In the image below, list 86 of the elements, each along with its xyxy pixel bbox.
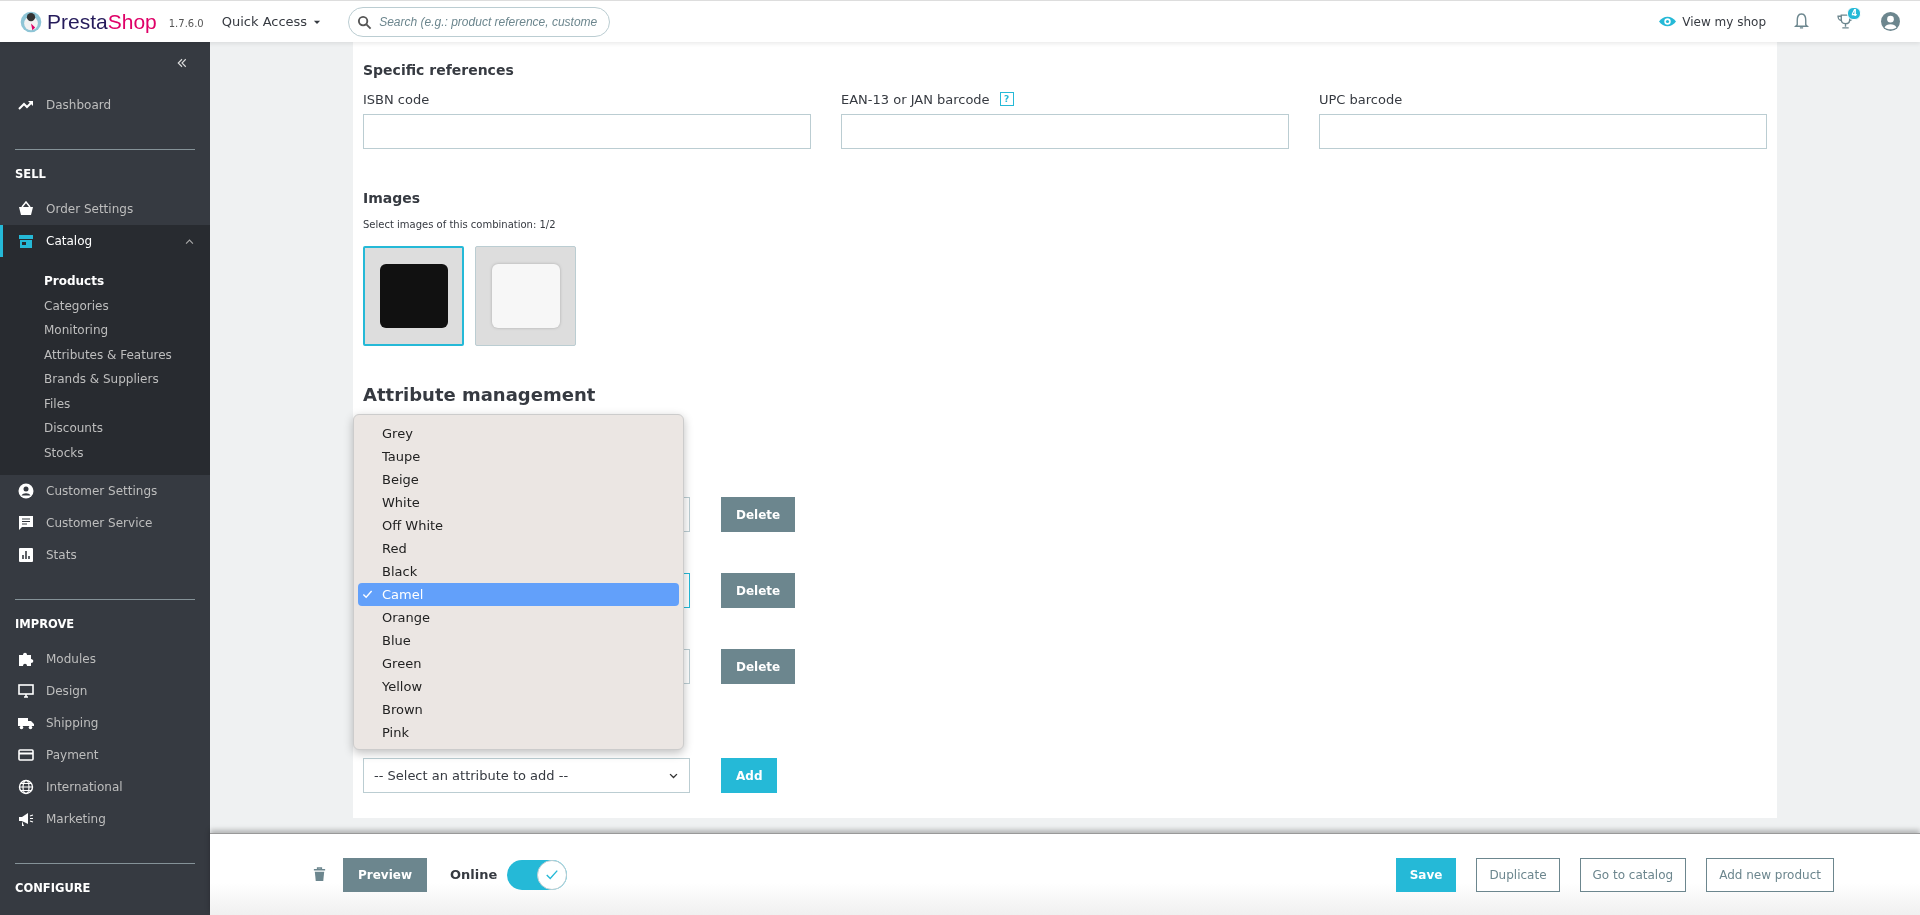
view-shop-link[interactable]: View my shop <box>1659 13 1766 30</box>
megaphone-icon <box>18 811 34 827</box>
sidebar-item[interactable]: Dashboard <box>0 89 210 121</box>
check-icon <box>362 589 373 600</box>
submenu-item[interactable]: Products <box>0 269 210 294</box>
cushion-photo <box>379 264 448 328</box>
dropdown-option[interactable]: Taupe <box>358 445 679 468</box>
action-button[interactable]: Add new product <box>1706 857 1834 892</box>
text-field[interactable] <box>1319 114 1767 149</box>
section-heading: Attribute management <box>363 384 597 405</box>
sidebar-item[interactable]: Design <box>0 675 210 707</box>
monitor-icon <box>18 683 34 699</box>
dropdown-option[interactable]: Pink <box>358 721 679 744</box>
text-field[interactable] <box>363 114 811 149</box>
field-label: ISBN code <box>363 91 430 107</box>
dropdown-option[interactable]: Blue <box>358 629 679 652</box>
trash-icon <box>312 867 327 882</box>
preview-button[interactable]: Preview <box>343 857 427 892</box>
dropdown-option[interactable]: Brown <box>358 698 679 721</box>
sidebar-item[interactable]: Customer Settings <box>0 475 210 507</box>
sidebar-item[interactable]: Customer Service <box>0 507 210 539</box>
version-label: 1.7.6.0 <box>168 18 204 29</box>
bell-icon <box>1793 13 1810 30</box>
submenu-item[interactable]: Discounts <box>0 416 210 441</box>
select-field[interactable]: -- Select an attribute to add -- <box>363 758 690 793</box>
notification-badge: 4 <box>1847 7 1861 20</box>
sidebar-item[interactable]: Stats <box>0 539 210 571</box>
dropdown-option[interactable]: Yellow <box>358 675 679 698</box>
user-icon <box>18 483 34 499</box>
submenu-item[interactable]: Monitoring <box>0 318 210 343</box>
basket-icon <box>18 201 34 217</box>
credit-card-icon <box>18 747 34 763</box>
text-field[interactable] <box>841 114 1289 149</box>
check-icon <box>545 867 560 882</box>
submenu-item[interactable]: Files <box>0 391 210 416</box>
chat-icon <box>18 515 34 531</box>
trophy-icon <box>1837 13 1854 30</box>
sidebar-item[interactable]: Modules <box>0 643 210 675</box>
field-label: UPC barcode <box>1319 91 1403 107</box>
submenu-item[interactable]: Attributes & Features <box>0 342 210 367</box>
dropdown-option[interactable]: Orange <box>358 606 679 629</box>
sidebar-item[interactable]: Catalog <box>0 225 210 257</box>
brand-name: PrestaShop <box>47 9 157 34</box>
dropdown-option[interactable]: Green <box>358 652 679 675</box>
search-icon <box>357 14 373 30</box>
online-label: Online <box>450 867 498 882</box>
action-button[interactable]: Go to catalog <box>1579 857 1687 892</box>
dropdown-option[interactable]: Beige <box>358 468 679 491</box>
sidebar-item[interactable]: Shipping <box>0 707 210 739</box>
dropdown-option[interactable]: Black <box>358 560 679 583</box>
dropdown-option[interactable]: Red <box>358 537 679 560</box>
sidebar-item[interactable]: Payment <box>0 739 210 771</box>
section-heading: SELL <box>14 166 47 183</box>
image-thumbnail[interactable] <box>363 246 464 346</box>
section-heading: Specific references <box>363 62 515 78</box>
bar-chart-icon <box>18 547 34 563</box>
submenu-item[interactable]: Categories <box>0 293 210 318</box>
dropdown-option[interactable]: Off White <box>358 514 679 537</box>
sidebar-item[interactable]: Order Settings <box>0 193 210 225</box>
submenu-item[interactable]: Brands & Suppliers <box>0 367 210 392</box>
section-heading: IMPROVE <box>14 616 76 633</box>
store-icon <box>18 233 34 249</box>
delete-button[interactable]: Delete <box>721 573 796 608</box>
cushion-photo <box>491 264 560 328</box>
puzzle-icon <box>18 651 34 667</box>
sidebar-item[interactable]: Marketing <box>0 803 210 835</box>
search-field[interactable]: Search (e.g.: product reference, custome <box>348 6 611 37</box>
image-thumbnail[interactable] <box>475 246 576 346</box>
dropdown-option[interactable]: White <box>358 491 679 514</box>
section-heading: CONFIGURE <box>14 880 92 897</box>
online-toggle[interactable] <box>507 859 568 890</box>
action-button[interactable]: Duplicate <box>1476 857 1560 892</box>
delete-button[interactable]: Delete <box>721 649 796 684</box>
account-icon <box>1881 12 1900 31</box>
submenu-item[interactable]: Stocks <box>0 440 210 465</box>
truck-icon <box>18 715 34 731</box>
quick-access-menu[interactable]: Quick Access <box>219 12 325 31</box>
globe-icon <box>18 779 34 795</box>
section-heading: Images <box>363 190 422 206</box>
double-chevron-icon <box>176 57 188 69</box>
dropdown-option[interactable]: Grey <box>358 422 679 445</box>
logo-icon <box>20 10 42 33</box>
field-label: EAN-13 or JAN barcode <box>841 91 990 107</box>
sidebar-item[interactable]: International <box>0 771 210 803</box>
caption-text: Select images of this combination: 1/2 <box>363 219 557 230</box>
delete-button[interactable]: Delete <box>721 497 796 532</box>
